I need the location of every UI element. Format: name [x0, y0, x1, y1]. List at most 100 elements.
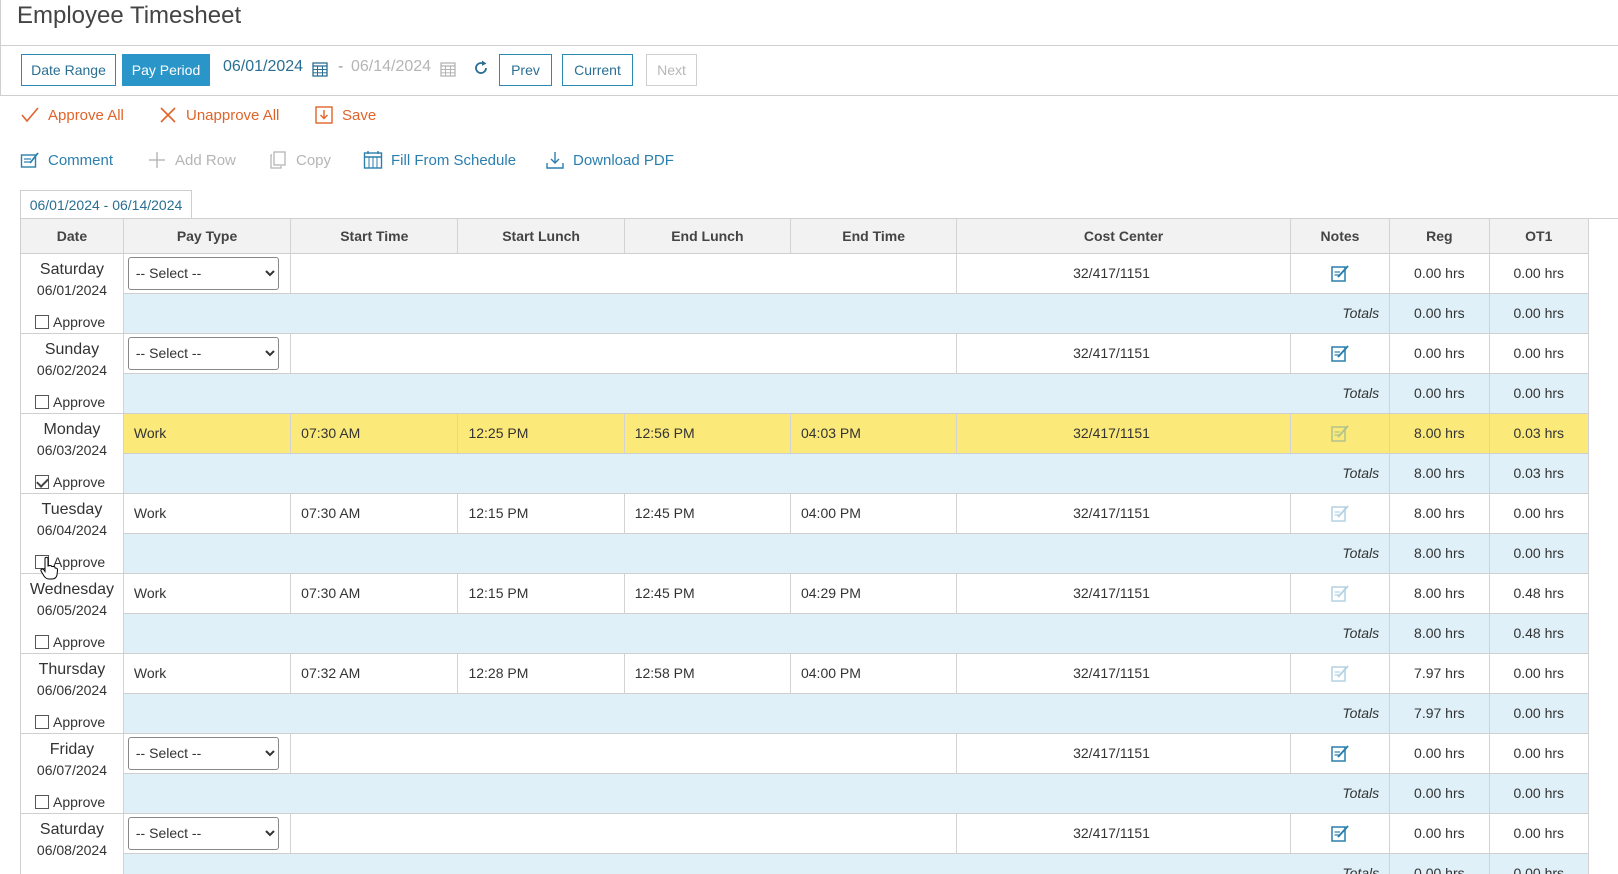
pay-type-select[interactable]: -- Select -- [127, 336, 279, 370]
column-header-date[interactable]: Date [21, 219, 124, 254]
prev-button[interactable]: Prev [499, 54, 552, 86]
approve-all-button[interactable]: Approve All [20, 105, 124, 125]
approve-checkbox[interactable]: Approve [35, 474, 105, 490]
column-header-end-lunch[interactable]: End Lunch [624, 219, 791, 254]
column-header-notes[interactable]: Notes [1290, 219, 1391, 254]
end-time-cell[interactable]: 04:00 PM [790, 653, 958, 694]
total-ot1-cell: 0.00 hrs [1489, 373, 1590, 414]
checkbox-box[interactable] [35, 714, 49, 729]
fill-from-schedule-label: Fill From Schedule [391, 151, 517, 169]
empty-time-cell[interactable] [290, 253, 958, 294]
checkbox-box[interactable] [35, 554, 49, 569]
copy-button[interactable]: Copy [268, 150, 331, 170]
pay-type-cell[interactable]: Work [123, 653, 292, 694]
edit-note-icon[interactable] [1330, 663, 1350, 683]
comment-button[interactable]: Comment [20, 150, 113, 170]
notes-cell [1290, 413, 1391, 454]
pay-type-select[interactable]: -- Select -- [127, 736, 279, 770]
end-lunch-cell[interactable]: 12:45 PM [624, 573, 791, 614]
start-lunch-cell[interactable]: 12:15 PM [457, 493, 625, 534]
end-time-cell[interactable]: 04:03 PM [790, 413, 958, 454]
approve-checkbox[interactable]: Approve [35, 394, 105, 410]
schedule-icon [363, 151, 383, 169]
column-header-ot1[interactable]: OT1 [1489, 219, 1590, 254]
edit-note-icon[interactable] [1330, 743, 1350, 763]
approve-label: Approve [53, 793, 106, 810]
end-time-cell[interactable]: 04:00 PM [790, 493, 958, 534]
cost-center-cell[interactable]: 32/417/1151 [956, 493, 1291, 534]
cost-center-cell[interactable]: 32/417/1151 [956, 813, 1291, 854]
cost-center-cell[interactable]: 32/417/1151 [956, 333, 1291, 374]
approve-checkbox[interactable]: Approve [35, 554, 105, 570]
start-time-cell[interactable]: 07:30 AM [290, 573, 459, 614]
pay-type-cell[interactable]: Work [123, 413, 292, 454]
checkbox-box[interactable] [35, 634, 49, 649]
start-time-cell[interactable]: 07:30 AM [290, 413, 459, 454]
end-lunch-cell[interactable]: 12:58 PM [624, 653, 791, 694]
end-lunch-cell[interactable]: 12:45 PM [624, 493, 791, 534]
start-lunch-cell[interactable]: 12:25 PM [457, 413, 625, 454]
date-range-button[interactable]: Date Range [21, 54, 116, 86]
calendar-icon[interactable] [312, 61, 328, 77]
start-lunch-cell[interactable]: 12:15 PM [457, 573, 625, 614]
column-header-cost-center[interactable]: Cost Center [956, 219, 1291, 254]
start-time-cell[interactable]: 07:30 AM [290, 493, 459, 534]
column-header-pay-type[interactable]: Pay Type [123, 219, 292, 254]
totals-row: Totals 0.00 hrs 0.00 hrs [21, 853, 1590, 874]
pay-type-cell: -- Select -- [123, 333, 292, 374]
current-button[interactable]: Current [562, 54, 633, 86]
empty-time-cell[interactable] [290, 733, 958, 774]
reg-cell: 8.00 hrs [1389, 413, 1490, 454]
pay-type-cell[interactable]: Work [123, 573, 292, 614]
approve-checkbox[interactable]: Approve [35, 634, 105, 650]
column-header-start-time[interactable]: Start Time [290, 219, 459, 254]
approve-checkbox[interactable]: Approve [35, 714, 105, 730]
column-header-end-time[interactable]: End Time [790, 219, 958, 254]
download-pdf-button[interactable]: Download PDF [545, 150, 674, 170]
start-lunch-cell[interactable]: 12:28 PM [457, 653, 625, 694]
end-lunch-cell[interactable]: 12:56 PM [624, 413, 791, 454]
checkbox-box[interactable] [35, 474, 49, 489]
cost-center-cell[interactable]: 32/417/1151 [956, 653, 1291, 694]
next-button[interactable]: Next [646, 54, 697, 86]
edit-note-icon[interactable] [1330, 503, 1350, 523]
checkbox-box[interactable] [35, 394, 49, 409]
cost-center-cell[interactable]: 32/417/1151 [956, 573, 1291, 614]
column-header-reg[interactable]: Reg [1389, 219, 1490, 254]
calendar-icon[interactable] [440, 61, 456, 77]
empty-time-cell[interactable] [290, 333, 958, 374]
pay-type-cell[interactable]: Work [123, 493, 292, 534]
approve-checkbox[interactable]: Approve [35, 314, 105, 330]
approve-checkbox[interactable]: Approve [35, 794, 105, 810]
add-row-button[interactable]: Add Row [147, 150, 236, 170]
total-reg-cell: 0.00 hrs [1389, 293, 1490, 334]
refresh-icon[interactable] [472, 59, 490, 77]
unapprove-all-button[interactable]: Unapprove All [158, 105, 279, 125]
fill-from-schedule-button[interactable]: Fill From Schedule [363, 150, 516, 170]
date-range-tab[interactable]: 06/01/2024 - 06/14/2024 [20, 190, 192, 219]
cost-center-cell[interactable]: 32/417/1151 [956, 253, 1291, 294]
cost-center-cell[interactable]: 32/417/1151 [956, 413, 1291, 454]
table-row: Wednesday 06/05/2024 Approve Work 07:30 A… [21, 573, 1590, 654]
save-button[interactable]: Save [314, 105, 376, 125]
edit-note-icon[interactable] [1330, 423, 1350, 443]
cost-center-cell[interactable]: 32/417/1151 [956, 733, 1291, 774]
checkbox-box[interactable] [35, 314, 49, 329]
pay-period-button[interactable]: Pay Period [122, 54, 210, 86]
end-date-field[interactable]: 06/14/2024 [351, 58, 431, 76]
pay-type-select[interactable]: -- Select -- [127, 816, 279, 850]
totals-label: Totals [123, 853, 1391, 874]
start-time-cell[interactable]: 07:32 AM [290, 653, 459, 694]
notes-cell [1290, 813, 1391, 854]
edit-note-icon[interactable] [1330, 583, 1350, 603]
edit-note-icon[interactable] [1330, 823, 1350, 843]
start-date-field[interactable]: 06/01/2024 [223, 58, 303, 76]
pay-type-select[interactable]: -- Select -- [127, 256, 279, 290]
approval-actions: Approve All Unapprove All Save [0, 105, 1618, 133]
end-time-cell[interactable]: 04:29 PM [790, 573, 958, 614]
empty-time-cell[interactable] [290, 813, 958, 854]
edit-note-icon[interactable] [1330, 263, 1350, 283]
column-header-start-lunch[interactable]: Start Lunch [457, 219, 625, 254]
edit-note-icon[interactable] [1330, 343, 1350, 363]
checkbox-box[interactable] [35, 794, 49, 809]
